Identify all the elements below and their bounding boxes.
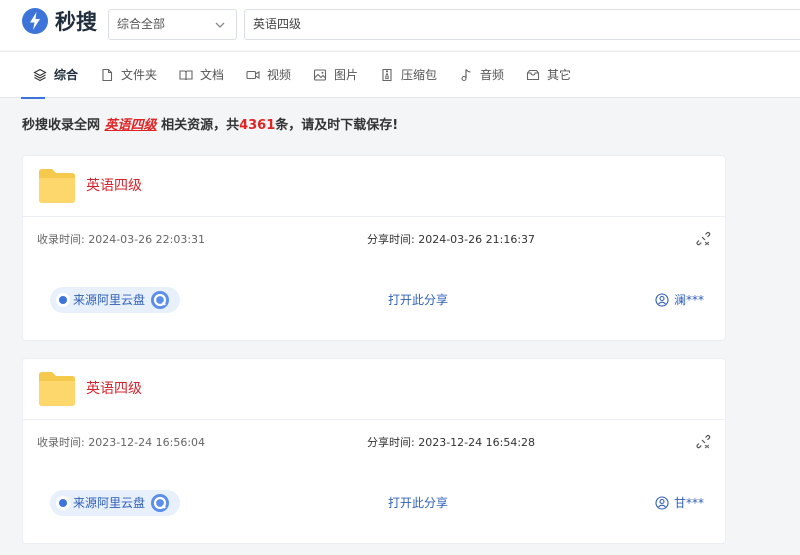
user-name: 澜*** <box>674 293 705 307</box>
collected-time: 收录时间: 2023-12-24 16:56:04 <box>37 436 206 449</box>
result-title[interactable]: 英语四级 <box>86 176 142 196</box>
top-header: 秒搜 综合全部 英语四级 <box>0 0 800 50</box>
source-badge: 来源阿里云盘 <box>50 490 180 516</box>
layers-icon <box>33 68 47 82</box>
user-icon <box>655 293 669 307</box>
collected-time: 收录时间: 2024-03-26 22:03:31 <box>37 233 206 246</box>
music-icon <box>461 69 471 82</box>
category-tabs: 综合 文件夹 文档 视频 图片 压缩包 音频 其它 <box>0 51 800 99</box>
category-select-value: 综合全部 <box>117 17 166 31</box>
video-icon <box>246 70 260 80</box>
search-input[interactable]: 英语四级 <box>244 9 800 40</box>
chevron-down-icon <box>215 22 225 28</box>
tab-label: 视频 <box>267 68 292 82</box>
tab-label: 音频 <box>480 68 505 82</box>
result-count: 4361 <box>239 118 276 133</box>
source-label: 来源阿里云盘 <box>73 293 146 307</box>
file-icon <box>102 68 113 82</box>
card-divider <box>23 216 725 217</box>
result-title[interactable]: 英语四级 <box>86 379 142 399</box>
box-icon <box>526 69 540 81</box>
share-link-icon[interactable] <box>696 231 711 246</box>
tab-label: 综合 <box>54 68 79 82</box>
card-divider <box>23 419 725 420</box>
summary-keyword: 英语四级 <box>104 118 157 133</box>
folder-icon <box>39 169 75 203</box>
summary-suffix: 条，请及时下载保存! <box>275 118 399 133</box>
user-name: 甘*** <box>674 496 705 510</box>
result-summary: 秒搜收录全网 英语四级 相关资源，共4361条，请及时下载保存! <box>22 116 398 136</box>
tab-label: 文件夹 <box>121 68 158 82</box>
share-link-icon[interactable] <box>696 434 711 449</box>
aliyun-drive-icon <box>151 494 169 512</box>
shared-time: 分享时间: 2023-12-24 16:54:28 <box>367 436 536 449</box>
source-dot <box>59 499 67 507</box>
image-icon <box>313 69 327 81</box>
tab-label: 压缩包 <box>401 68 438 82</box>
tab-label: 其它 <box>547 68 572 82</box>
tab-label: 文档 <box>200 68 225 82</box>
zip-icon <box>382 68 392 82</box>
result-card: 英语四级 收录时间: 2024-03-26 22:03:31 分享时间: 202… <box>22 155 726 341</box>
lightning-logo-icon[interactable] <box>22 8 48 34</box>
book-icon <box>179 70 193 81</box>
result-card: 英语四级 收录时间: 2023-12-24 16:56:04 分享时间: 202… <box>22 358 726 544</box>
source-label: 来源阿里云盘 <box>73 496 146 510</box>
open-share-link[interactable]: 打开此分享 <box>388 290 448 310</box>
folder-icon <box>39 372 75 406</box>
open-share-link[interactable]: 打开此分享 <box>388 493 448 513</box>
summary-prefix: 秒搜收录全网 <box>22 118 105 133</box>
source-dot <box>59 296 67 304</box>
summary-middle: 相关资源，共 <box>156 118 240 133</box>
brand-name[interactable]: 秒搜 <box>55 9 97 35</box>
shared-time: 分享时间: 2024-03-26 21:16:37 <box>367 233 536 246</box>
search-input-value: 英语四级 <box>253 17 302 31</box>
aliyun-drive-icon <box>151 291 169 309</box>
category-select[interactable]: 综合全部 <box>108 9 237 40</box>
user-icon <box>655 496 669 510</box>
tab-label: 图片 <box>334 68 359 82</box>
source-badge: 来源阿里云盘 <box>50 287 180 313</box>
